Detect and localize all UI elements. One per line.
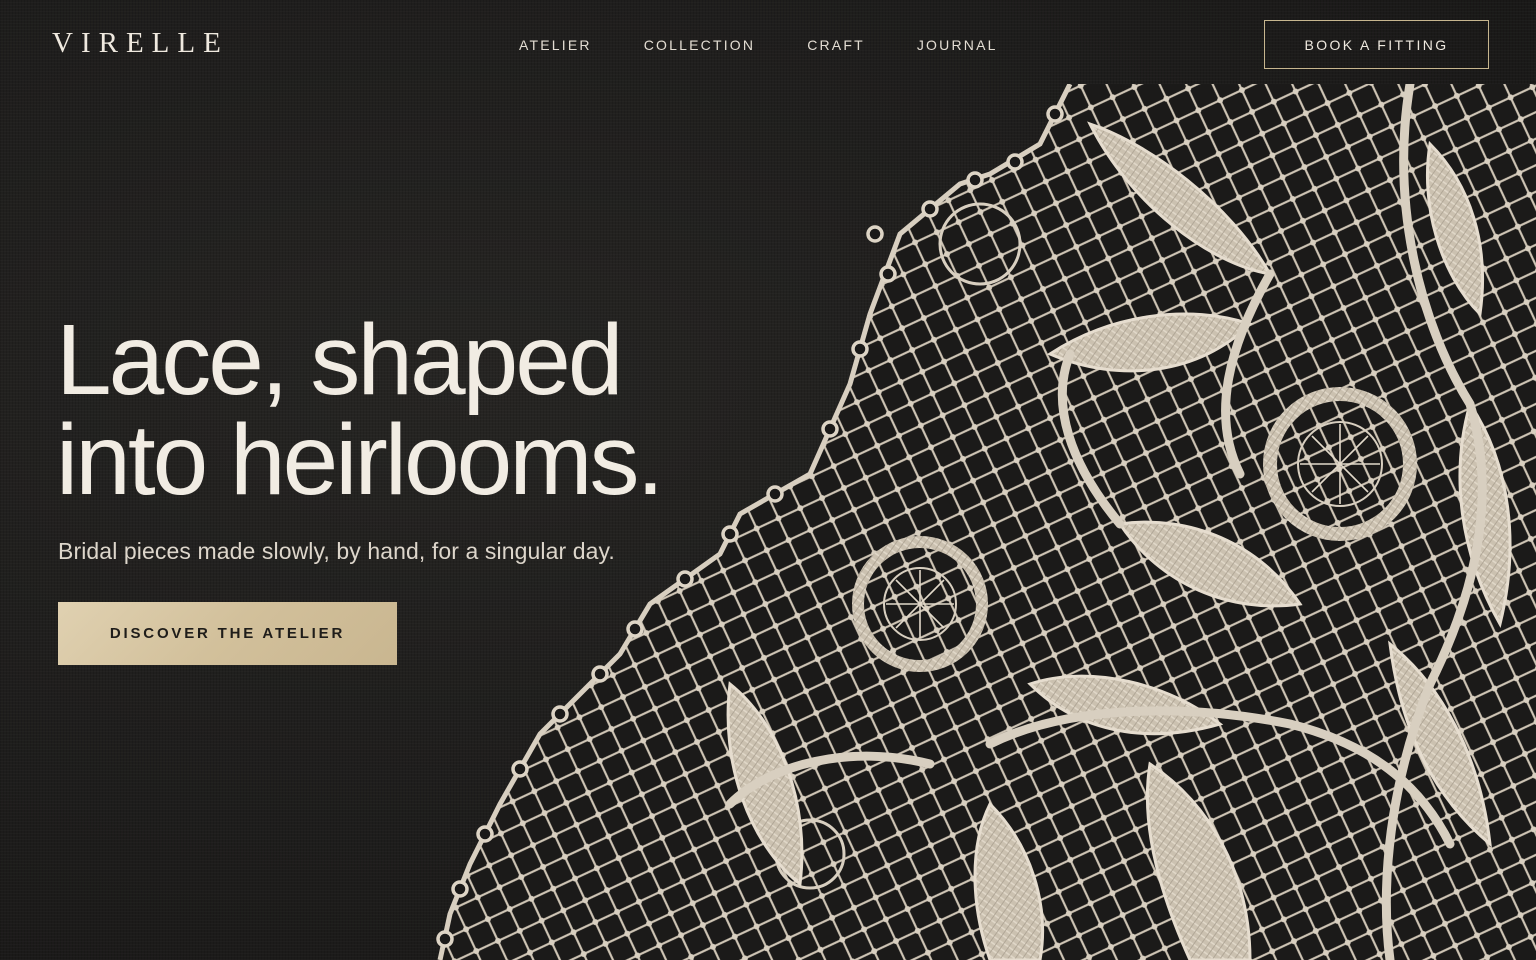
nav-item-atelier[interactable]: ATELIER (519, 37, 592, 53)
brand-logo[interactable]: VIRELLE (52, 27, 229, 60)
nav-item-collection[interactable]: COLLECTION (644, 37, 755, 53)
hero-headline-line-2: into heirlooms. (56, 404, 664, 516)
book-fitting-button[interactable]: BOOK A FITTING (1264, 20, 1489, 69)
discover-atelier-button[interactable]: DISCOVER THE ATELIER (58, 602, 397, 665)
hero-headline: Lace, shaped into heirlooms. (56, 304, 664, 516)
nav-item-journal[interactable]: JOURNAL (917, 37, 998, 53)
main-nav: ATELIER COLLECTION CRAFT JOURNAL (519, 37, 1050, 53)
hero-headline-line-1: Lace, shaped (56, 304, 624, 416)
hero-subheading: Bridal pieces made slowly, by hand, for … (58, 538, 615, 564)
hero-lace-image (436, 84, 1536, 960)
nav-item-craft[interactable]: CRAFT (807, 37, 865, 53)
